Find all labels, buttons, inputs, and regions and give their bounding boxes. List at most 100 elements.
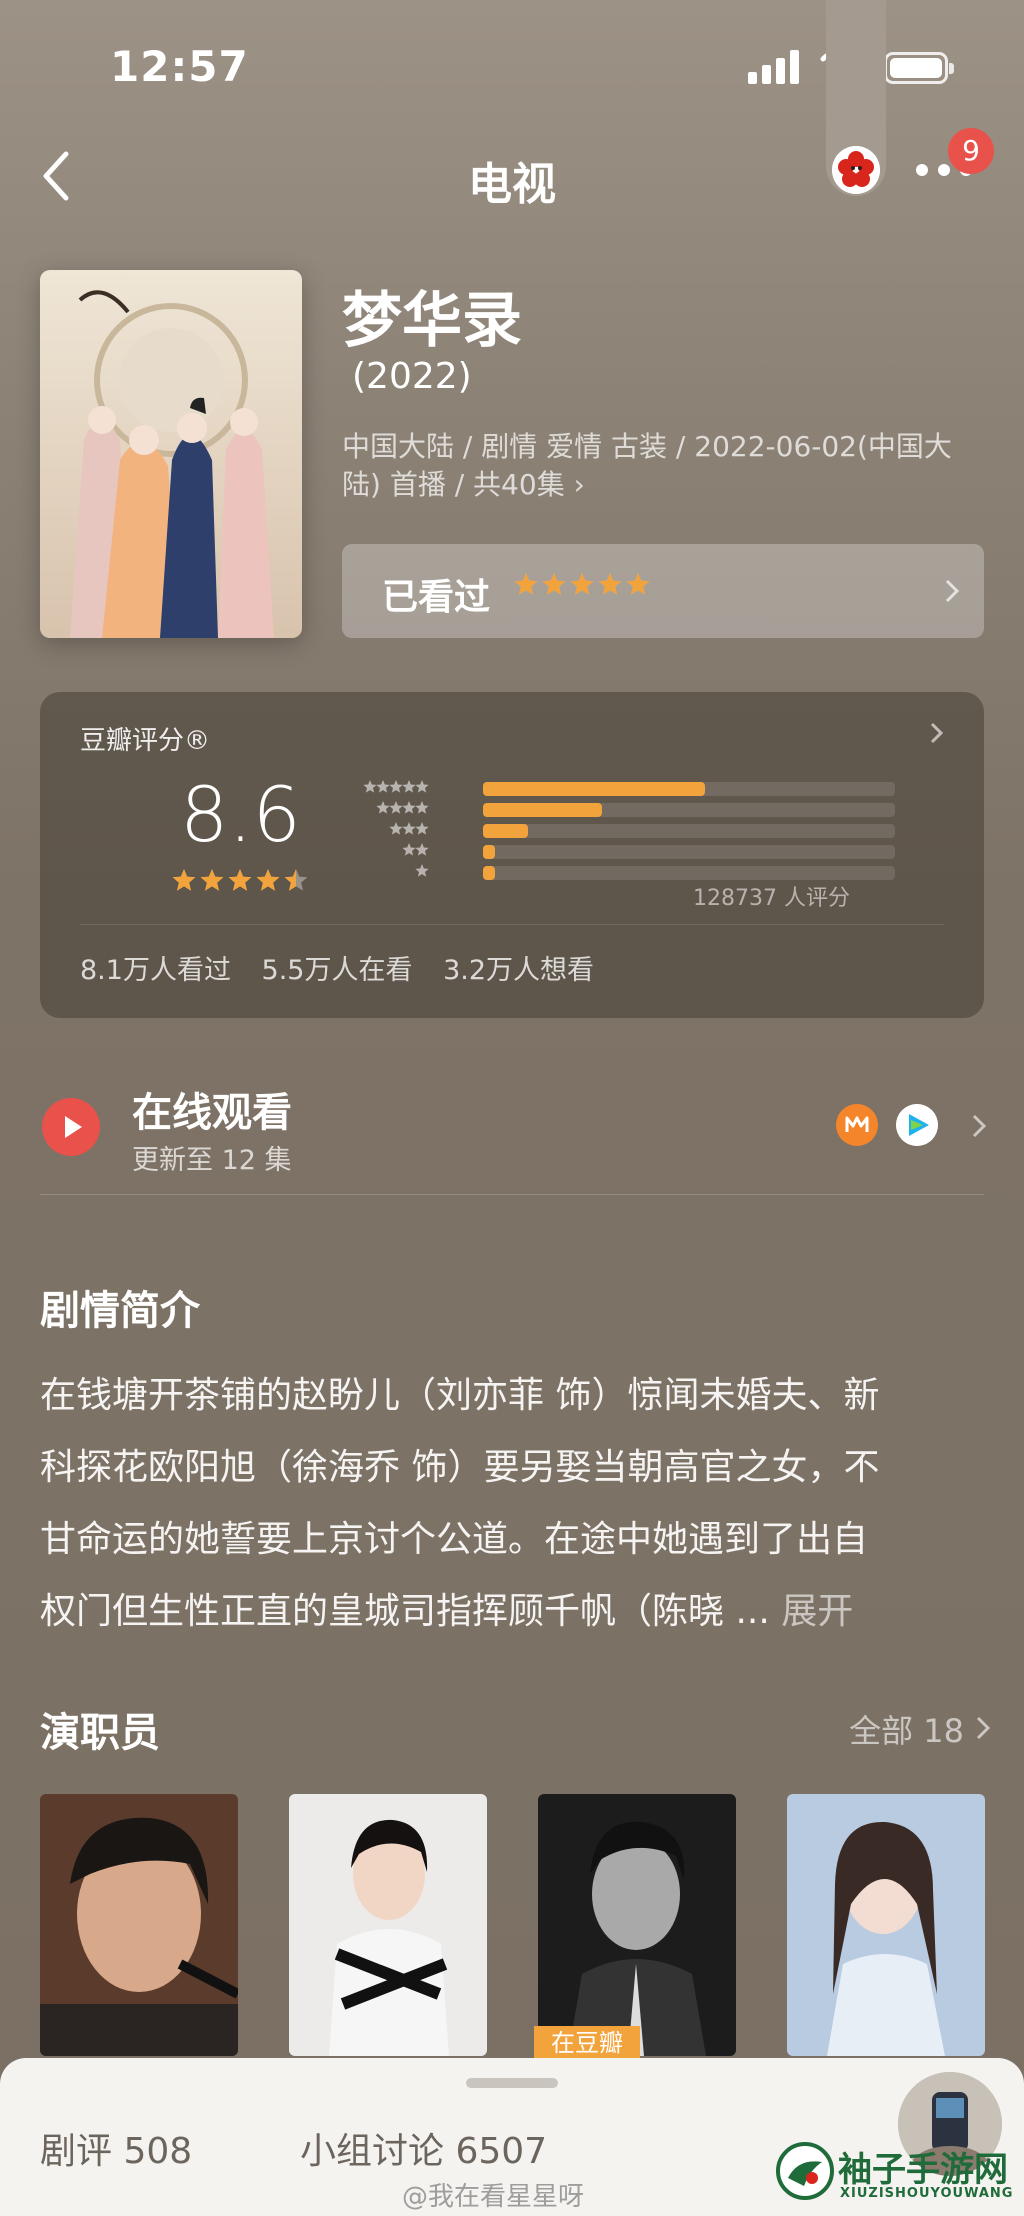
star-fill: [570, 573, 594, 595]
online-watch-title[interactable]: 在线观看: [132, 1080, 292, 1138]
chevron-right-icon: [972, 1114, 986, 1138]
expand-link[interactable]: 展开: [781, 1591, 853, 1632]
status-time: 12:57: [110, 42, 249, 91]
distribution-bar: [483, 824, 529, 838]
star-icon: [389, 801, 403, 814]
sheet-handle[interactable]: [466, 2078, 558, 2088]
distribution-row: [335, 778, 895, 796]
star-icon: [402, 822, 416, 835]
star-icon: [415, 780, 429, 793]
rating-label: 豆瓣评分®: [80, 726, 211, 756]
star-icon: [402, 780, 416, 793]
tab-group-discussion[interactable]: 小组讨论 6507: [300, 2122, 547, 2174]
site-logo: 袖子手游网 XIUZISHOUYOUWANG: [776, 2138, 1012, 2208]
notification-badge: 9: [948, 128, 994, 174]
show-title: 梦华录: [342, 286, 522, 356]
cast-photo-actress-1[interactable]: [289, 1794, 487, 2056]
section-divider: [40, 1194, 984, 1195]
star-fill: [514, 573, 538, 595]
divider: [80, 924, 944, 925]
star-icon: [415, 843, 429, 856]
logo-text: 袖子手游网: [838, 2150, 1008, 2190]
tencent-video-icon[interactable]: [896, 1104, 938, 1146]
star-icon: [376, 801, 390, 814]
distribution-stars: [402, 843, 429, 856]
stat-watching: 5.5万人在看: [261, 955, 413, 986]
star-icon: [389, 780, 403, 793]
flower-icon[interactable]: [832, 146, 880, 194]
chevron-right-icon: [976, 1716, 990, 1740]
star-icon: [376, 780, 390, 793]
star-icon: [415, 822, 429, 835]
star-icon: [402, 801, 416, 814]
distribution-bar: [483, 866, 496, 880]
star-fill: [256, 869, 280, 891]
online-watch-subtitle: 更新至 12 集: [132, 1145, 292, 1176]
chevron-right-icon: [945, 579, 960, 603]
seen-rating-button[interactable]: 已看过: [342, 544, 984, 638]
cast-title: 演职员: [40, 1710, 160, 1756]
cast-photo-director[interactable]: [40, 1794, 238, 2056]
distribution-track: [483, 845, 895, 859]
score-stars: [172, 869, 308, 891]
seen-label: 已看过: [382, 577, 491, 618]
star-icon: [415, 864, 429, 877]
synopsis-line-text: 权门但生性正直的皇城司指挥顾千帆（陈晓 ...: [40, 1591, 782, 1632]
synopsis-line: 在钱塘开茶铺的赵盼儿（刘亦菲 饰）惊闻未婚夫、新: [40, 1375, 880, 1416]
cast-photo-actor[interactable]: [538, 1794, 736, 2056]
distribution-stars: [376, 801, 429, 814]
poster-image[interactable]: [40, 270, 302, 638]
douban-tag: 在豆瓣: [534, 2026, 640, 2060]
distribution-track: [483, 824, 895, 838]
distribution-track: [483, 803, 895, 817]
cast-all-link[interactable]: 全部 18: [849, 1706, 964, 1752]
star-fill: [598, 573, 622, 595]
distribution-row: [335, 841, 895, 859]
rating-count: 128737 人评分: [693, 886, 850, 911]
distribution-stars: [389, 822, 429, 835]
star-fill: [542, 573, 566, 595]
show-meta[interactable]: 中国大陆 / 剧情 爱情 古装 / 2022-06-02(中国大陆) 首播 / …: [342, 428, 982, 504]
distribution-bar: [483, 803, 603, 817]
rating-distribution: [335, 778, 895, 890]
chevron-right-icon: [930, 722, 944, 744]
logo-icon: [776, 2142, 834, 2200]
cast-photo-actress-2[interactable]: [787, 1794, 985, 2056]
my-rating-stars: [514, 573, 650, 595]
star-fill: [228, 869, 252, 891]
douban-rating-card[interactable]: 豆瓣评分® 8.6 128737 人评分 8.1万人看过 5.5万人在看 3.2…: [40, 692, 984, 1018]
tab-reviews[interactable]: 剧评 508: [40, 2122, 192, 2174]
distribution-stars: [415, 864, 429, 877]
show-year: (2022): [352, 356, 472, 397]
synopsis-line: 权门但生性正直的皇城司指挥顾千帆（陈晓 ... 展开: [40, 1576, 984, 1648]
star-icon: [415, 801, 429, 814]
star-icon: [363, 780, 377, 793]
battery-icon: [884, 52, 954, 84]
mango-tv-icon[interactable]: [836, 1104, 878, 1146]
distribution-bar: [483, 845, 496, 859]
play-icon[interactable]: [42, 1098, 100, 1156]
synopsis-line: 甘命运的她誓要上京讨个公道。在途中她遇到了出自: [40, 1519, 869, 1560]
synopsis-title: 剧情简介: [40, 1288, 200, 1334]
watermark: @我在看星星呀: [402, 2182, 585, 2212]
distribution-row: [335, 862, 895, 880]
distribution-track: [483, 866, 895, 880]
stat-want: 3.2万人想看: [443, 955, 595, 986]
signal-icon: [748, 50, 800, 84]
star-icon: [389, 822, 403, 835]
distribution-track: [483, 782, 895, 796]
star-fill: [626, 573, 650, 595]
star-icon: [402, 843, 416, 856]
distribution-bar: [483, 782, 706, 796]
watch-stats: 8.1万人看过 5.5万人在看 3.2万人想看: [80, 948, 616, 987]
logo-subtext: XIUZISHOUYOUWANG: [840, 2186, 1014, 2201]
distribution-row: [335, 799, 895, 817]
synopsis-line: 科探花欧阳旭（徐海乔 饰）要另娶当朝高官之女，不: [40, 1447, 880, 1488]
star-fill: [200, 869, 224, 891]
distribution-stars: [363, 780, 429, 793]
distribution-row: [335, 820, 895, 838]
stat-watched: 8.1万人看过: [80, 955, 231, 986]
rating-score: 8.6: [180, 770, 301, 859]
synopsis-text: 在钱塘开茶铺的赵盼儿（刘亦菲 饰）惊闻未婚夫、新 科探花欧阳旭（徐海乔 饰）要另…: [40, 1360, 984, 1648]
star-fill: [172, 869, 196, 891]
